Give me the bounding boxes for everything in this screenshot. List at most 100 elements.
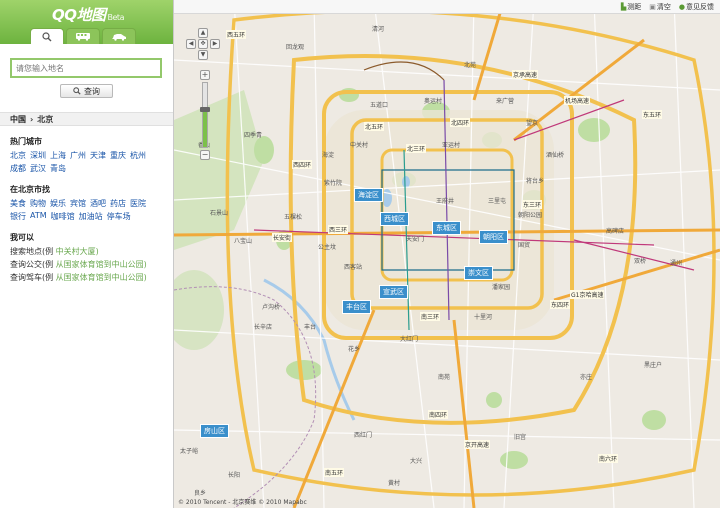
district-label[interactable]: 宣武区 bbox=[379, 285, 408, 299]
breadcrumb-country[interactable]: 中国 bbox=[10, 114, 26, 125]
place-label: 中关村 bbox=[350, 142, 369, 149]
logo[interactable]: QQ地图 Beta bbox=[52, 4, 124, 25]
road-label: 西四环 bbox=[292, 160, 313, 169]
try-section: 我可以 搜索地点(例 中关村大厦) 查询公交(例 从国家体育馆到中山公园) 查询… bbox=[0, 232, 173, 283]
road-label: 机场高速 bbox=[564, 96, 591, 105]
try-row: 查询驾车(例 从国家体育馆到中山公园) bbox=[10, 272, 163, 283]
ruler-tool[interactable]: ▙ 测距 bbox=[621, 2, 641, 12]
place-label: 亦庄 bbox=[580, 374, 593, 381]
mode-tabs bbox=[30, 28, 136, 44]
district-label[interactable]: 朝阳区 bbox=[479, 230, 508, 244]
tab-search[interactable] bbox=[30, 28, 64, 44]
road-label: 北五环 bbox=[364, 122, 385, 131]
feedback-tool[interactable]: ● 意见反馈 bbox=[679, 2, 714, 12]
zoom-slider[interactable] bbox=[200, 82, 210, 148]
tab-car[interactable] bbox=[102, 28, 136, 44]
district-label[interactable]: 丰台区 bbox=[342, 300, 371, 314]
city-link[interactable]: 上海 bbox=[50, 150, 66, 161]
category-link[interactable]: 酒吧 bbox=[90, 198, 106, 209]
arrow-up-icon: ▲ bbox=[200, 29, 206, 36]
district-label[interactable]: 房山区 bbox=[200, 424, 229, 438]
category-link[interactable]: 美食 bbox=[10, 198, 26, 209]
road-label: 北四环 bbox=[450, 118, 471, 127]
map-toolbar: ▙ 测距 ▣ 清空 ● 意见反馈 bbox=[174, 0, 720, 14]
pan-down-button[interactable]: ▼ bbox=[198, 50, 208, 60]
category-link[interactable]: ATM bbox=[30, 211, 47, 222]
breadcrumb-city: 北京 bbox=[37, 114, 54, 124]
place-label: 太子峪 bbox=[180, 448, 199, 455]
try-example-link[interactable]: 从国家体育馆到中山公园) bbox=[56, 273, 147, 282]
city-link[interactable]: 重庆 bbox=[110, 150, 126, 161]
try-label: 查询公交 bbox=[10, 260, 42, 269]
zoom-out-button[interactable]: − bbox=[200, 150, 210, 160]
category-link[interactable]: 娱乐 bbox=[50, 198, 66, 209]
place-label: 西红门 bbox=[354, 432, 373, 439]
place-label: 高碑店 bbox=[606, 228, 625, 235]
category-link[interactable]: 宾馆 bbox=[70, 198, 86, 209]
district-label[interactable]: 西城区 bbox=[380, 212, 409, 226]
place-label: 丰台 bbox=[304, 324, 317, 331]
pan-center-button[interactable]: ✥ bbox=[198, 39, 208, 49]
road-label: 东五环 bbox=[642, 110, 663, 119]
pan-left-button[interactable]: ◀ bbox=[186, 39, 196, 49]
city-link[interactable]: 深圳 bbox=[30, 150, 46, 161]
search-input[interactable] bbox=[10, 58, 162, 78]
place-label: 大兴 bbox=[410, 458, 423, 465]
road-label: 西三环 bbox=[328, 225, 349, 234]
place-label: 良乡 bbox=[194, 490, 207, 497]
city-link[interactable]: 武汉 bbox=[30, 163, 46, 174]
try-prefix: (例 bbox=[42, 247, 54, 256]
breadcrumb-separator: › bbox=[30, 114, 34, 124]
place-label: 亚运村 bbox=[442, 142, 461, 149]
clear-label: 清空 bbox=[656, 2, 671, 11]
category-link[interactable]: 购物 bbox=[30, 198, 46, 209]
place-label: 西客站 bbox=[344, 264, 363, 271]
center-icon: ✥ bbox=[200, 40, 206, 47]
city-link[interactable]: 成都 bbox=[10, 163, 26, 174]
district-label[interactable]: 东城区 bbox=[432, 221, 461, 235]
hot-cities-title: 热门城市 bbox=[10, 137, 42, 146]
tab-bus[interactable] bbox=[66, 28, 100, 44]
place-label: 长辛店 bbox=[254, 324, 273, 331]
place-label: 卢沟桥 bbox=[262, 304, 281, 311]
city-link[interactable]: 天津 bbox=[90, 150, 106, 161]
place-label: 公主坟 bbox=[318, 244, 337, 251]
city-link[interactable]: 广州 bbox=[70, 150, 86, 161]
brand-bar: QQ地图 Beta bbox=[0, 0, 173, 44]
pan-up-button[interactable]: ▲ bbox=[198, 28, 208, 38]
category-link[interactable]: 银行 bbox=[10, 211, 26, 222]
city-link[interactable]: 青岛 bbox=[50, 163, 66, 174]
road-label: 西五环 bbox=[226, 30, 247, 39]
city-link[interactable]: 杭州 bbox=[130, 150, 146, 161]
try-title: 我可以 bbox=[10, 233, 34, 242]
category-link[interactable]: 加油站 bbox=[79, 211, 103, 222]
place-label: 通州 bbox=[670, 260, 683, 267]
district-label[interactable]: 海淀区 bbox=[354, 188, 383, 202]
district-label[interactable]: 崇文区 bbox=[464, 266, 493, 280]
zoom-in-button[interactable]: + bbox=[200, 70, 210, 80]
clear-tool[interactable]: ▣ 清空 bbox=[649, 2, 671, 12]
category-link[interactable]: 药店 bbox=[110, 198, 126, 209]
zoom-handle[interactable] bbox=[200, 107, 210, 112]
try-example-link[interactable]: 中关村大厦) bbox=[56, 247, 99, 256]
road-label: 南六环 bbox=[598, 454, 619, 463]
category-link[interactable]: 停车场 bbox=[107, 211, 131, 222]
try-row: 查询公交(例 从国家体育馆到中山公园) bbox=[10, 259, 163, 270]
try-example-link[interactable]: 从国家体育馆到中山公园) bbox=[56, 260, 147, 269]
category-link[interactable]: 医院 bbox=[130, 198, 146, 209]
place-label: 石景山 bbox=[210, 210, 229, 217]
place-label: 北苑 bbox=[464, 62, 477, 69]
place-label: 八宝山 bbox=[234, 238, 253, 245]
bus-icon bbox=[76, 33, 90, 41]
city-link[interactable]: 北京 bbox=[10, 150, 26, 161]
feedback-label: 意见反馈 bbox=[686, 2, 714, 11]
category-link[interactable]: 咖啡馆 bbox=[51, 211, 75, 222]
hot-cities-list: 北京 深圳 上海 广州 天津 重庆 杭州 成都 武汉 青岛 bbox=[10, 150, 163, 174]
pan-right-button[interactable]: ▶ bbox=[210, 39, 220, 49]
search-button[interactable]: 查询 bbox=[60, 84, 113, 98]
map-canvas[interactable]: 海淀区 西城区 东城区 朝阳区 宣武区 崇文区 丰台区 房山区 北五环 北四环 … bbox=[174, 0, 720, 508]
place-label: 十里河 bbox=[474, 314, 493, 321]
place-label: 朝阳公园 bbox=[518, 212, 543, 219]
try-label: 查询驾车 bbox=[10, 273, 42, 282]
place-label: 黑庄户 bbox=[644, 362, 663, 369]
